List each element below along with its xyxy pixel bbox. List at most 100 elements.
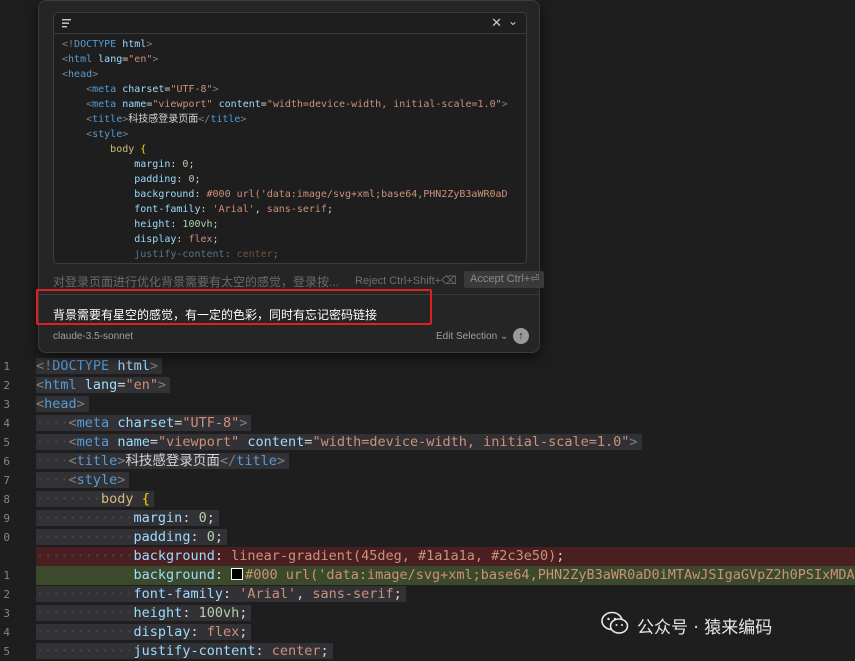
code-token: "viewport" — [157, 434, 240, 450]
watermark: 公众号 · 猿来编码 — [601, 611, 773, 640]
code-token: > — [149, 358, 158, 374]
accept-button[interactable]: Accept Ctrl+⏎ — [464, 271, 544, 288]
code-token: ; — [212, 234, 219, 245]
code-token: padding — [134, 174, 177, 185]
code-line: justify-content: center; — [62, 247, 526, 262]
code-token: > — [92, 69, 99, 80]
mode-selector[interactable]: Edit Selection ⌄ — [436, 331, 508, 342]
color-swatch — [231, 568, 244, 580]
code-token: justify-content — [134, 249, 225, 260]
code-token: background — [133, 567, 215, 583]
code-token: height — [134, 219, 171, 230]
code-token: : — [190, 529, 207, 545]
code-token: ; — [239, 624, 248, 640]
code-token: ············ — [36, 510, 134, 526]
code-token: font-family — [133, 586, 223, 602]
code-token: body — [110, 144, 135, 155]
code-token: < — [68, 434, 77, 450]
arrow-up-icon[interactable]: ↑ — [513, 328, 529, 344]
reject-button[interactable]: Reject Ctrl+Shift+⌫ — [355, 274, 457, 287]
close-icon[interactable]: ✕ — [491, 15, 502, 31]
line-text: <!DOCTYPE html> — [36, 358, 162, 374]
code-token: 'Arial' — [239, 586, 297, 602]
code-token: lang — [84, 377, 118, 393]
code-token: charset — [122, 84, 165, 95]
line-text: ············padding: 0; — [36, 529, 227, 545]
code-token: : — [182, 605, 199, 621]
code-line: <title>科技感登录页面</title> — [62, 112, 526, 127]
code-token: ; — [326, 204, 333, 215]
model-selector[interactable]: claude-3.5-sonnet — [53, 331, 133, 342]
code-token: ; — [194, 174, 201, 185]
code-token: meta — [92, 99, 117, 110]
chevron-down-icon[interactable]: ⌄ — [508, 14, 518, 28]
code-token: : — [214, 567, 232, 583]
code-token: ············ — [36, 643, 134, 659]
mode-label: Edit Selection — [436, 331, 498, 342]
code-token: ; — [206, 510, 215, 526]
code-token: > — [146, 39, 153, 50]
code-token: meta — [92, 84, 117, 95]
code-token: html — [44, 377, 77, 393]
code-token: head — [68, 69, 93, 80]
code-token: ; — [212, 219, 219, 230]
code-token: html — [68, 54, 93, 65]
code-token: html — [117, 358, 150, 374]
code-token: flex — [188, 234, 213, 245]
code-token: ············ — [36, 605, 134, 621]
code-token: : — [194, 189, 207, 200]
code-token: title — [92, 114, 123, 125]
code-token: title — [236, 453, 277, 469]
code-token: : — [182, 510, 199, 526]
code-line: display: flex; — [62, 232, 526, 247]
code-token: center — [271, 643, 321, 659]
code-token: : — [176, 234, 189, 245]
code-token: <! — [62, 39, 75, 50]
code-token: "en" — [128, 54, 153, 65]
code-token: height — [133, 605, 183, 621]
code-token: DOCTYPE — [74, 39, 117, 50]
code-token: meta — [76, 415, 110, 431]
line-number: 1 — [3, 360, 10, 373]
code-token: html — [122, 39, 147, 50]
code-line: <head> — [36, 395, 855, 414]
code-token: < — [36, 377, 45, 393]
code-token: < — [36, 396, 45, 412]
line-number: 8 — [3, 493, 10, 506]
code-token: > — [501, 99, 508, 110]
code-token: ; — [272, 249, 279, 260]
code-token: padding — [133, 529, 191, 545]
code-token: : — [214, 548, 232, 564]
line-number: 2 — [3, 379, 10, 392]
code-token: content — [218, 99, 261, 110]
code-preview-body: <!DOCTYPE html> <html lang="en"> <head> <m… — [62, 37, 526, 263]
code-token: style — [76, 472, 118, 488]
menu-icon[interactable] — [62, 16, 73, 34]
code-token: ; — [393, 586, 402, 602]
code-token: justify-content — [133, 643, 256, 659]
watermark-text: 公众号 · 猿来编码 — [637, 617, 773, 638]
code-token: { — [141, 491, 150, 507]
code-token: margin — [134, 159, 171, 170]
prompt-input[interactable]: 背景需要有星空的感觉，有一定的色彩，同时有忘记密码链接 — [53, 306, 377, 323]
code-token: ···· — [36, 453, 69, 469]
code-token: "UTF-8" — [170, 84, 213, 95]
code-line: <meta charset="UTF-8"> — [62, 82, 526, 97]
wechat-icon — [601, 611, 637, 640]
code-token: </ — [198, 114, 211, 125]
added-line: ············background: #000 url('data:i… — [36, 566, 855, 585]
removed-line: ············background: linear-gradient(… — [36, 547, 855, 566]
code-token: > — [157, 377, 167, 393]
code-line: <html lang="en"> — [62, 52, 526, 67]
chevron-down-icon: ⌄ — [499, 331, 509, 342]
code-token: < — [68, 472, 77, 488]
code-token: ············ — [36, 624, 134, 640]
line-number: 6 — [3, 455, 10, 468]
code-token: ···· — [36, 434, 69, 450]
code-token: linear-gradient(45deg, #1a1a1a, #2c3e50) — [231, 548, 557, 564]
code-line: ····<meta name="viewport" content="width… — [36, 433, 855, 452]
